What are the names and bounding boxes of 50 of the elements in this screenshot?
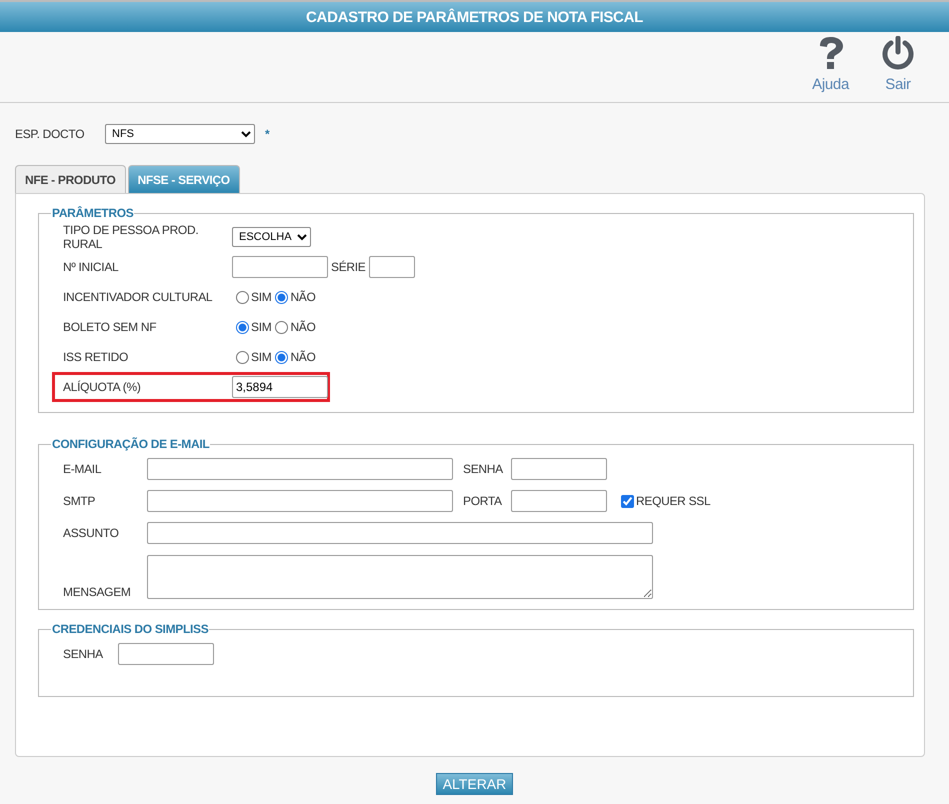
field-label: PORTA [463, 494, 503, 508]
option-label: NÃO [290, 350, 316, 364]
option-label: SIM [251, 290, 272, 304]
checkbox-label: REQUER SSL [636, 494, 710, 508]
option-label: NÃO [290, 290, 316, 304]
input-field[interactable] [118, 643, 214, 665]
field-label: SÉRIE [331, 260, 366, 274]
input-field[interactable] [368, 256, 415, 278]
person-type-select[interactable]: ESCOLHA [232, 227, 311, 247]
radio-button[interactable] [275, 320, 288, 334]
input-field[interactable] [511, 458, 607, 480]
field-label: INCENTIVADOR CULTURAL [63, 290, 214, 304]
field-label: BOLETO SEM NF [63, 320, 158, 334]
input-field[interactable] [511, 490, 607, 512]
radio-button[interactable] [275, 290, 288, 304]
field-label: Nº INICIAL [63, 260, 120, 274]
option-label: NÃO [290, 320, 316, 334]
message-textarea[interactable] [147, 555, 653, 599]
radio-button[interactable] [236, 320, 249, 334]
field-label: E-MAIL [63, 462, 102, 476]
input-field[interactable] [232, 256, 328, 278]
input-field[interactable] [147, 522, 653, 544]
field-label: SENHA [63, 647, 104, 661]
tab[interactable]: NFE - PRODUTO [15, 165, 126, 193]
field-label: ISS RETIDO [63, 350, 130, 364]
option-label: SIM [251, 350, 272, 364]
input-field[interactable]: 3,5894 [232, 376, 328, 398]
toolbar-link[interactable]: Sair [881, 36, 915, 102]
checkbox[interactable] [621, 494, 634, 508]
section-title: PARÂMETROS [51, 206, 134, 220]
power-icon [881, 36, 915, 70]
field-label: SENHA [463, 462, 504, 476]
section-title: CONFIGURAÇÃO DE E-MAIL [51, 437, 210, 451]
field-label: MENSAGEM [63, 585, 132, 599]
input-field[interactable] [147, 490, 453, 512]
page-title: CADASTRO DE PARÂMETROS DE NOTA FISCAL [306, 8, 643, 26]
input-field[interactable] [147, 458, 453, 480]
radio-button[interactable] [236, 290, 249, 304]
field-label: SMTP [63, 494, 96, 508]
radio-button[interactable] [236, 350, 249, 364]
field-label: ASSUNTO [63, 526, 120, 540]
field-label: ESP. DOCTO [15, 127, 86, 141]
section-title: CREDENCIAIS DO SIMPLISS [51, 622, 210, 636]
field-label: ALÍQUOTA (%) [63, 380, 142, 394]
toolbar-link[interactable]: Ajuda [812, 36, 849, 102]
option-label: SIM [251, 320, 272, 334]
field-label: TIPO DE PESSOA PROD. RURAL [63, 223, 200, 251]
document-type-select[interactable]: NFS [105, 124, 255, 144]
radio-button[interactable] [275, 350, 288, 364]
required-mark: * [265, 127, 270, 141]
